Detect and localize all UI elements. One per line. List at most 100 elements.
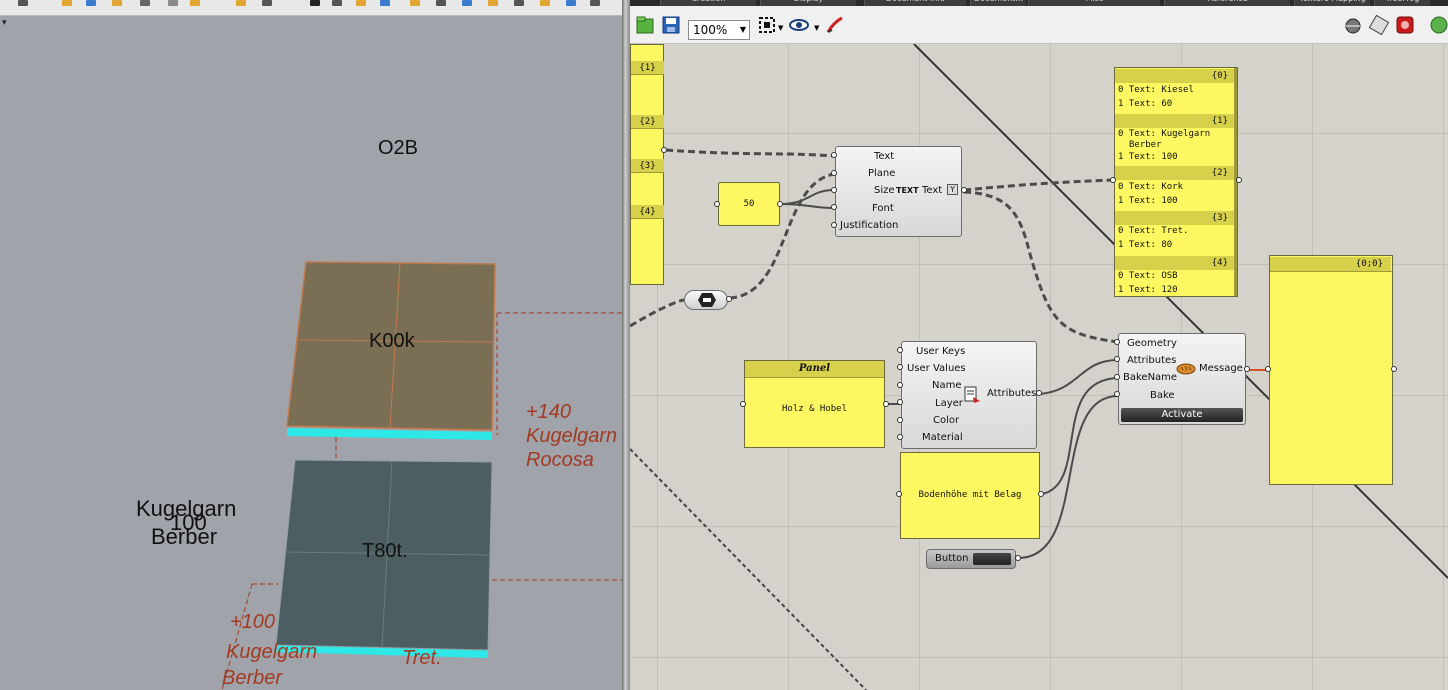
input-pin-font: Font: [872, 203, 894, 214]
panel-divider: [1270, 271, 1392, 272]
input-grip[interactable]: [831, 204, 837, 210]
input-grip[interactable]: [1114, 374, 1120, 380]
input-grip[interactable]: [1110, 177, 1116, 183]
wire: [665, 148, 835, 158]
panel-row: Berber: [1129, 140, 1162, 150]
component-nickname: TEXT: [896, 186, 919, 195]
bake-button[interactable]: Button: [926, 549, 1016, 569]
viewport-text-osb: O2B: [378, 137, 419, 159]
bake-bread-icon: [1176, 363, 1196, 375]
output-grip[interactable]: [1391, 366, 1397, 372]
input-grip[interactable]: [896, 491, 902, 497]
preview-wire-icon[interactable]: [1368, 14, 1390, 36]
output-grip[interactable]: [726, 296, 732, 302]
input-grip[interactable]: [1114, 339, 1120, 345]
output-grip[interactable]: [1244, 366, 1250, 372]
annotation-text-berber: Berber: [222, 667, 283, 689]
panel-row: 0 Text: Kiesel: [1118, 85, 1194, 95]
number-value: 50: [743, 199, 755, 209]
input-grip[interactable]: [897, 417, 903, 423]
text-output-panel[interactable]: {0} 0 Text: Kiesel 1 Text: 60 {1} 0 Text…: [1114, 67, 1238, 297]
annotation-text-tret: Tret.: [402, 647, 442, 669]
hex-param-component[interactable]: [684, 290, 728, 310]
input-grip[interactable]: [897, 434, 903, 440]
output-grip[interactable]: [1015, 555, 1021, 561]
sketch-pen-icon[interactable]: [824, 14, 846, 36]
save-file-icon[interactable]: [660, 14, 682, 36]
input-grip[interactable]: [1114, 391, 1120, 397]
attributes-document-icon: [964, 386, 980, 403]
number-panel[interactable]: 50: [718, 182, 780, 226]
input-grip[interactable]: [897, 364, 903, 370]
input-grip[interactable]: [897, 382, 903, 388]
attributes-component[interactable]: User Keys User Values Name Layer Color M…: [901, 341, 1037, 449]
panel-holz-hobel[interactable]: Panel Holz & Hobel: [744, 360, 885, 448]
branch-header: {2}: [1115, 166, 1236, 180]
input-grip[interactable]: [831, 152, 837, 158]
output-grip[interactable]: [1236, 177, 1242, 183]
output-grip[interactable]: [777, 201, 783, 207]
preview-eye-icon[interactable]: [788, 14, 810, 36]
output-grip[interactable]: [1038, 491, 1044, 497]
input-pin-color: Color: [933, 415, 960, 426]
panel-row: 0 Text: Tret.: [1118, 226, 1189, 236]
viewport-text-tret: T80t.: [362, 540, 408, 562]
bake-component[interactable]: Geometry Attributes BakeName Bake Messag…: [1118, 333, 1246, 425]
input-pin-size: Size: [874, 185, 895, 196]
graft-flag-icon: Y: [947, 184, 958, 195]
text-tag-component[interactable]: Text Plane Size Font Justification TEXT …: [835, 146, 962, 237]
grasshopper-canvas[interactable]: {1} {2} {3} {4} 50 Text Plane Size Font …: [630, 44, 1448, 690]
preview-selected-icon[interactable]: [1394, 14, 1416, 36]
panel-row: 1 Text: 100: [1118, 152, 1178, 162]
branch-header: {4}: [1115, 256, 1236, 270]
wire: [963, 178, 1115, 192]
input-grip[interactable]: [1265, 366, 1271, 372]
panel-bodenhoehe[interactable]: Bodenhöhe mit Belag: [900, 452, 1040, 539]
output-grip[interactable]: [961, 187, 967, 193]
input-grip[interactable]: [740, 401, 746, 407]
input-grip[interactable]: [831, 222, 837, 228]
data-list-panel[interactable]: {1} {2} {3} {4}: [630, 44, 664, 285]
zoom-dropdown[interactable]: 100% ▼: [688, 20, 750, 40]
chevron-down-icon[interactable]: ▼: [778, 24, 783, 32]
open-file-icon[interactable]: [634, 14, 656, 36]
annotation-text-100: +100: [230, 611, 276, 633]
branch-label: {2}: [631, 115, 664, 129]
panel-value: Holz & Hobel: [781, 404, 848, 414]
branch-header: {0}: [1115, 69, 1236, 83]
panel-value: Bodenhöhe mit Belag: [918, 490, 1022, 500]
output-grip[interactable]: [661, 147, 667, 153]
button-toggle-face: [973, 553, 1011, 565]
input-grip[interactable]: [897, 347, 903, 353]
hexagon-icon: [698, 293, 716, 307]
viewport-text-kork: K00k: [369, 330, 415, 352]
input-grip[interactable]: [831, 187, 837, 193]
solver-toggle-icon[interactable]: [1428, 14, 1448, 36]
panel-row: 1 Text: 120: [1118, 285, 1178, 295]
annotation-text-kugelgarn2: Kugelgarn: [226, 641, 318, 663]
wire: [630, 298, 685, 328]
input-grip[interactable]: [831, 170, 837, 176]
panel-row: 1 Text: 100: [1118, 196, 1178, 206]
annotation-text-rocosa: Rocosa: [526, 449, 594, 471]
activate-button[interactable]: Activate: [1121, 408, 1243, 422]
panel-title: Panel: [745, 361, 884, 378]
input-grip[interactable]: [897, 399, 903, 405]
viewport-text-berber: Berber: [151, 524, 218, 549]
rhino-viewport[interactable]: ▾ O2B K00k T80t. Kugelgarn 100 Berber +1…: [0, 0, 622, 690]
window-splitter[interactable]: [622, 0, 630, 690]
annotation-text-140: +140: [526, 401, 572, 423]
input-pin-user-keys: User Keys: [916, 346, 966, 357]
input-pin-material: Material: [922, 432, 963, 443]
branch-header: {1}: [1115, 114, 1236, 128]
zoom-extents-icon[interactable]: [756, 14, 778, 36]
input-grip[interactable]: [714, 201, 720, 207]
input-grip[interactable]: [1114, 356, 1120, 362]
chevron-down-icon[interactable]: ▼: [814, 24, 819, 32]
input-pin-geometry: Geometry: [1127, 338, 1177, 349]
preview-shaded-icon[interactable]: [1342, 14, 1364, 36]
output-grip[interactable]: [1036, 390, 1042, 396]
output-grip[interactable]: [883, 401, 889, 407]
message-output-panel[interactable]: {0;0}: [1269, 255, 1393, 485]
grasshopper-editor: Creation Display Document Info Document.…: [630, 0, 1448, 690]
